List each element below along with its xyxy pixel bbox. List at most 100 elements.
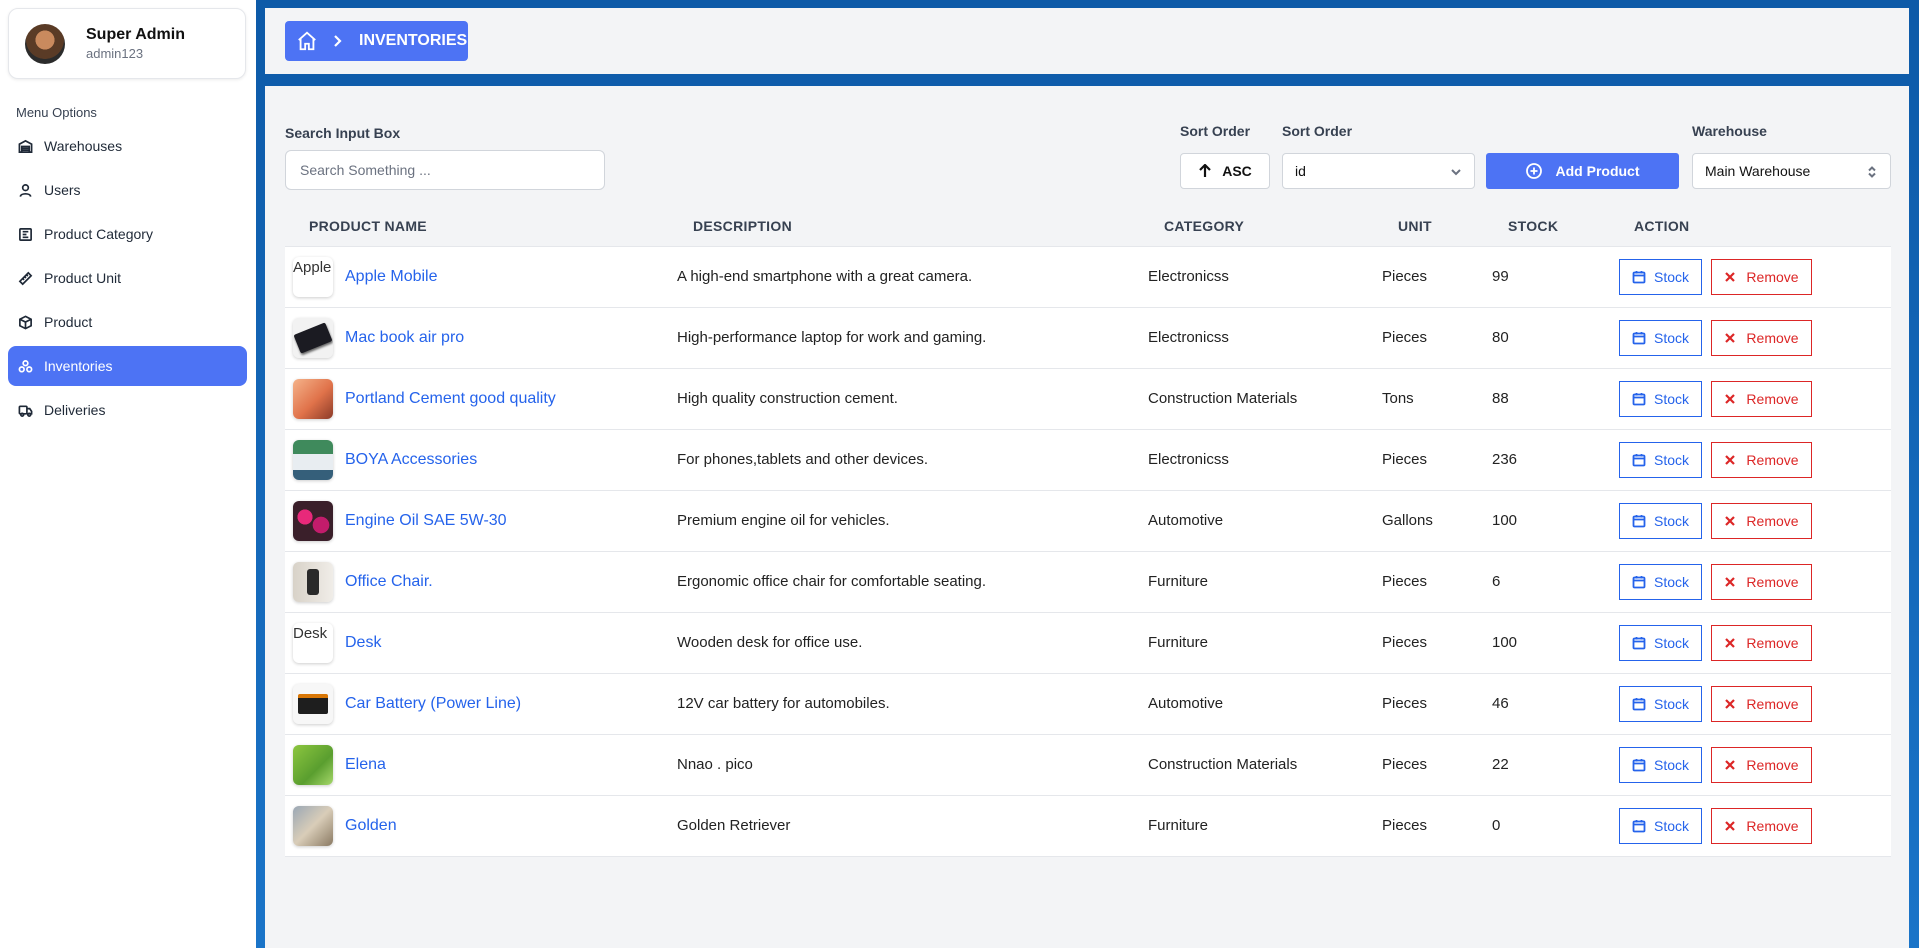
stock-button-label: Stock [1653, 696, 1689, 712]
profile-card[interactable]: Super Admin admin123 [8, 8, 246, 79]
avatar [25, 24, 65, 64]
add-product-label: Add Product [1555, 163, 1640, 179]
calendar-icon [1632, 759, 1646, 772]
remove-button[interactable]: Remove [1711, 259, 1812, 295]
table-row: Engine Oil SAE 5W-30 Premium engine oil f… [285, 491, 1891, 552]
warehouse-select[interactable]: Main Warehouse [1692, 153, 1891, 189]
sidebar-item-product-unit[interactable]: Product Unit [8, 258, 247, 298]
sidebar-menu: Warehouses Users Product Category Product U… [8, 126, 247, 434]
product-description: For phones,tablets and other devices. [677, 451, 928, 468]
remove-button[interactable]: Remove [1711, 747, 1812, 783]
table-row: Elena Nnao . pico Construction Materials Pi… [285, 735, 1891, 796]
product-category: Furniture [1148, 817, 1209, 834]
profile-username: admin123 [86, 46, 144, 61]
product-unit: Tons [1382, 390, 1414, 407]
close-icon [1725, 394, 1736, 404]
add-product-button[interactable]: Add Product [1486, 153, 1679, 189]
product-name-link[interactable]: BOYA Accessories [345, 451, 477, 469]
product-name-link[interactable]: Apple Mobile [345, 268, 438, 286]
sidebar-item-label: Product [44, 314, 93, 330]
calendar-icon [1632, 454, 1646, 467]
product-unit: Pieces [1382, 451, 1428, 468]
product-category: Furniture [1148, 634, 1209, 651]
sidebar-item-label: Warehouses [44, 138, 123, 154]
product-thumbnail [293, 684, 333, 724]
sort-direction-value: ASC [1222, 163, 1252, 179]
stock-button[interactable]: Stock [1619, 747, 1702, 783]
remove-button[interactable]: Remove [1711, 381, 1812, 417]
home-icon[interactable] [295, 29, 319, 53]
stock-button[interactable]: Stock [1619, 808, 1702, 844]
stock-button[interactable]: Stock [1619, 564, 1702, 600]
sidebar-item-product-category[interactable]: Product Category [8, 214, 247, 254]
product-unit: Pieces [1382, 268, 1428, 285]
table-row: Apple Mobile Apple Mobile A high-end smart… [285, 247, 1891, 308]
sidebar-item-users[interactable]: Users [8, 170, 247, 210]
inventory-table: PRODUCT NAME DESCRIPTION CATEGORY UNIT S… [285, 203, 1891, 857]
remove-button[interactable]: Remove [1711, 503, 1812, 539]
header-stock: STOCK [1508, 218, 1559, 234]
product-stock: 100 [1492, 512, 1518, 529]
stock-button[interactable]: Stock [1619, 686, 1702, 722]
product-stock: 0 [1492, 817, 1501, 834]
product-category: Construction Materials [1148, 756, 1298, 773]
sidebar-item-inventories[interactable]: Inventories [8, 346, 247, 386]
product-name-link[interactable]: Desk [345, 634, 381, 652]
ruler-icon [16, 269, 34, 287]
sort-field-select[interactable]: id [1282, 153, 1475, 189]
product-stock: 100 [1492, 634, 1518, 651]
stock-button[interactable]: Stock [1619, 503, 1702, 539]
remove-button[interactable]: Remove [1711, 564, 1812, 600]
remove-button[interactable]: Remove [1711, 442, 1812, 478]
search-input[interactable] [285, 150, 605, 190]
product-name-link[interactable]: Car Battery (Power Line) [345, 695, 521, 713]
table-row: Desk Desk Wooden desk for office use. Furni… [285, 613, 1891, 674]
table-row: Car Battery (Power Line) 12V car battery … [285, 674, 1891, 735]
product-unit: Pieces [1382, 817, 1428, 834]
close-icon [1725, 272, 1736, 282]
stock-button-label: Stock [1653, 757, 1689, 773]
close-icon [1725, 760, 1736, 770]
remove-button[interactable]: Remove [1711, 625, 1812, 661]
product-unit: Pieces [1382, 573, 1428, 590]
stock-button[interactable]: Stock [1619, 259, 1702, 295]
product-description: Nnao . pico [677, 756, 753, 773]
product-name-link[interactable]: Engine Oil SAE 5W-30 [345, 512, 507, 530]
close-icon [1725, 455, 1736, 465]
product-name-link[interactable]: Office Chair. [345, 573, 433, 591]
sidebar-item-product[interactable]: Product [8, 302, 247, 342]
broken-image-alt: Apple Mobile [293, 259, 333, 276]
close-icon [1725, 577, 1736, 587]
calendar-icon [1632, 576, 1646, 589]
remove-button[interactable]: Remove [1711, 808, 1812, 844]
product-stock: 22 [1492, 756, 1509, 773]
plus-circle-icon [1525, 163, 1542, 179]
stock-button[interactable]: Stock [1619, 625, 1702, 661]
product-thumbnail [293, 806, 333, 846]
header-unit: UNIT [1398, 218, 1432, 234]
stock-button[interactable]: Stock [1619, 442, 1702, 478]
stock-button[interactable]: Stock [1619, 320, 1702, 356]
product-name-link[interactable]: Mac book air pro [345, 329, 464, 347]
header-action: ACTION [1634, 218, 1690, 234]
sidebar-item-label: Product Category [44, 226, 153, 242]
sort-field-label: Sort Order [1282, 123, 1353, 139]
category-icon [16, 225, 34, 243]
remove-button[interactable]: Remove [1711, 320, 1812, 356]
product-description: A high-end smartphone with a great camer… [677, 268, 973, 285]
stock-button[interactable]: Stock [1619, 381, 1702, 417]
product-name-link[interactable]: Elena [345, 756, 386, 774]
table-row: BOYA Accessories For phones,tablets and o… [285, 430, 1891, 491]
table-row: Office Chair. Ergonomic office chair for … [285, 552, 1891, 613]
sidebar-item-deliveries[interactable]: Deliveries [8, 390, 247, 430]
sort-direction-button[interactable]: ASC [1180, 153, 1270, 189]
product-name-link[interactable]: Portland Cement good quality [345, 390, 556, 408]
chevron-down-icon [1450, 165, 1462, 177]
remove-button[interactable]: Remove [1711, 686, 1812, 722]
remove-button-label: Remove [1746, 330, 1799, 346]
table-body: Apple Mobile Apple Mobile A high-end smart… [285, 247, 1891, 857]
product-category: Electronicss [1148, 451, 1229, 468]
stock-button-label: Stock [1653, 574, 1689, 590]
product-name-link[interactable]: Golden [345, 817, 397, 835]
sidebar-item-warehouses[interactable]: Warehouses [8, 126, 247, 166]
